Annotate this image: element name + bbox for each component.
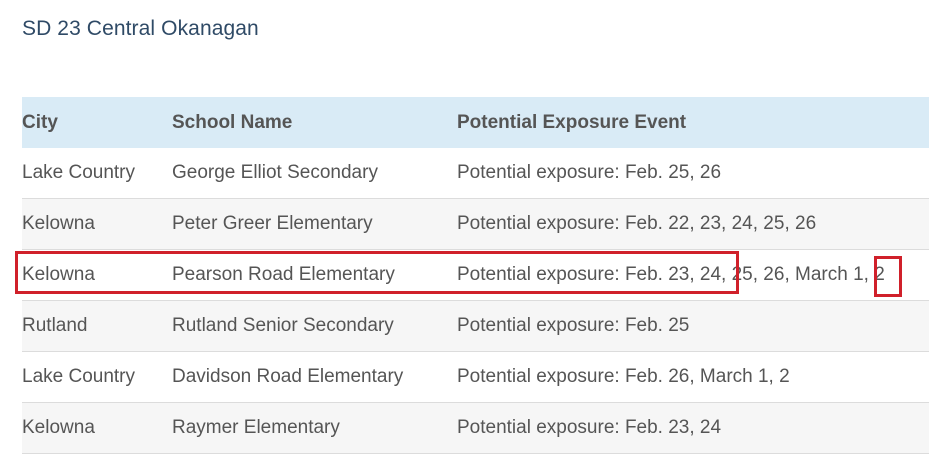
table-row: Kelowna Raymer Elementary Potential expo… — [22, 402, 929, 454]
table-header-row: City School Name Potential Exposure Even… — [22, 97, 929, 148]
table-row: Kelowna Pearson Road Elementary Potentia… — [22, 249, 929, 301]
school-name-cell: Peter Greer Elementary — [172, 198, 457, 250]
table-row: Kelowna Peter Greer Elementary Potential… — [22, 198, 929, 250]
exposure-table: City School Name Potential Exposure Even… — [22, 97, 929, 454]
school-name-cell: Raymer Elementary — [172, 402, 457, 454]
city-cell: Kelowna — [22, 402, 172, 454]
page-heading: SD 23 Central Okanagan — [22, 17, 259, 40]
exposure-event-cell: Potential exposure: Feb. 22, 23, 24, 25,… — [457, 198, 929, 250]
city-cell: Kelowna — [22, 198, 172, 250]
table-row: Rutland Rutland Senior Secondary Potenti… — [22, 300, 929, 352]
column-header-school-name: School Name — [172, 97, 457, 148]
city-cell: Lake Country — [22, 351, 172, 403]
school-name-cell: George Elliot Secondary — [172, 148, 457, 199]
exposure-event-cell: Potential exposure: Feb. 23, 24 — [457, 402, 929, 454]
city-cell: Rutland — [22, 300, 172, 352]
exposure-event-cell: Potential exposure: Feb. 25, 26 — [457, 148, 929, 199]
column-header-exposure-event: Potential Exposure Event — [457, 97, 929, 148]
school-name-cell: Davidson Road Elementary — [172, 351, 457, 403]
exposure-event-cell: Potential exposure: Feb. 23, 24, 25, 26,… — [457, 249, 929, 301]
city-cell: Kelowna — [22, 249, 172, 301]
school-name-cell: Rutland Senior Secondary — [172, 300, 457, 352]
table-row: Lake Country George Elliot Secondary Pot… — [22, 148, 929, 199]
table-row: Lake Country Davidson Road Elementary Po… — [22, 351, 929, 403]
exposure-event-cell: Potential exposure: Feb. 25 — [457, 300, 929, 352]
exposure-event-cell: Potential exposure: Feb. 26, March 1, 2 — [457, 351, 929, 403]
city-cell: Lake Country — [22, 148, 172, 199]
column-header-city: City — [22, 97, 172, 148]
school-name-cell: Pearson Road Elementary — [172, 249, 457, 301]
